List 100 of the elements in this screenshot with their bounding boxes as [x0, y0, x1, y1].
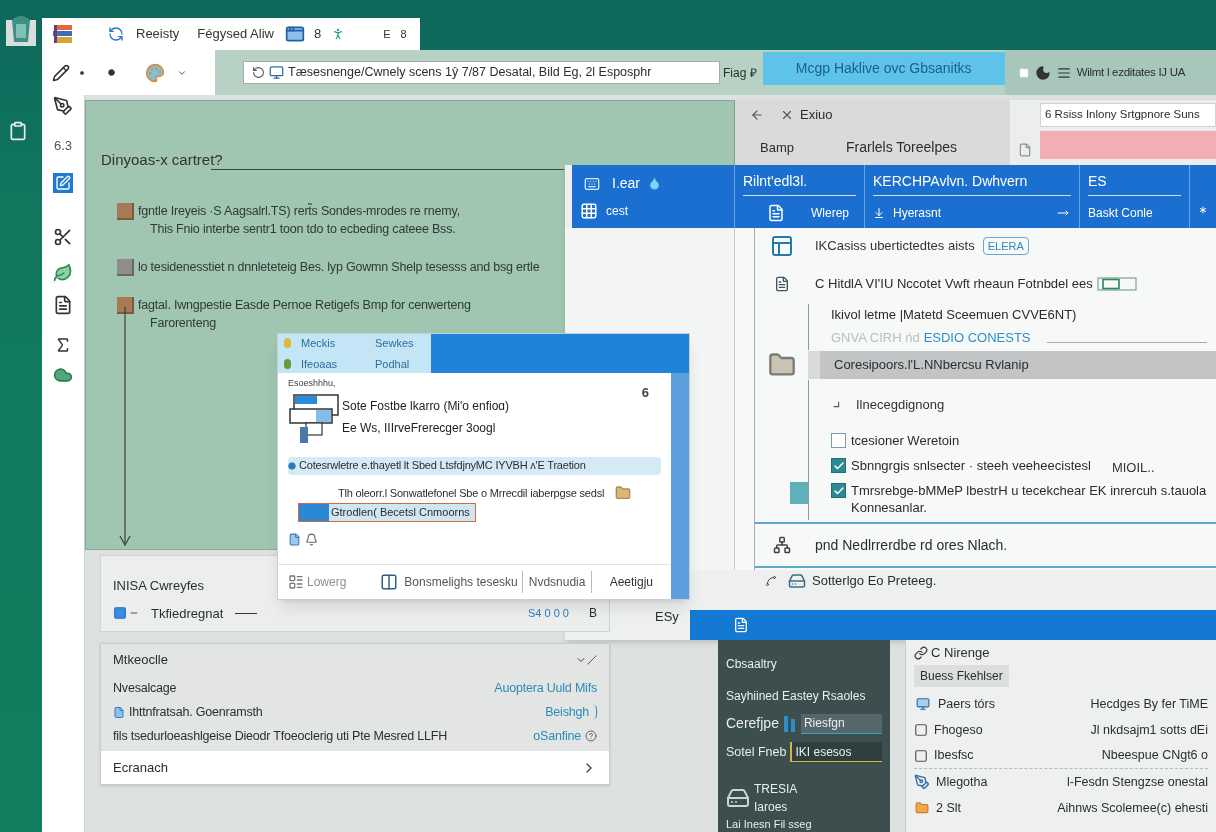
pen-icon[interactable]	[53, 96, 73, 116]
file-icon[interactable]	[1018, 143, 1032, 157]
square-icon[interactable]	[914, 748, 928, 763]
list-row[interactable]: Coresipoors.l'L.NNbercsu Rvlanip	[808, 351, 1216, 379]
footer-tab[interactable]: Bonsmelighs tesesku	[404, 573, 518, 591]
back-icon[interactable]	[750, 108, 764, 122]
leaf-icon[interactable]	[53, 263, 73, 283]
text-field[interactable]: IKI esesos	[790, 742, 882, 762]
scissors-icon[interactable]	[53, 227, 73, 247]
ribbon-label[interactable]: cest	[606, 202, 628, 220]
edit-icon[interactable]	[53, 173, 73, 193]
ribbon-label[interactable]: Hyerasnt	[893, 204, 942, 222]
checkmark-icon	[832, 484, 845, 497]
moon-icon[interactable]	[1034, 64, 1051, 81]
row-label: Tkfiedregnat	[151, 604, 224, 623]
clipboard-icon[interactable]	[8, 120, 28, 142]
columns-icon	[380, 573, 399, 591]
document-icon[interactable]	[53, 294, 73, 316]
row-mark: B	[589, 605, 597, 623]
checkbox-label: Sbnngrgis snlsecter · steeh veeheecistesl	[851, 457, 1091, 474]
note-text: This Fnio interbe sentr1 toon tdo to ecbeding cateee Bss.	[149, 220, 457, 238]
note-text: fgntle Ireyeis ·S Aagsalrl.TS) rert̃s Sondes-mrodes re rnemy,	[138, 202, 460, 220]
text-field[interactable]: Gtrodlen( Becetsl Cnmoorns	[298, 503, 476, 522]
monitor-icon	[914, 697, 932, 711]
card-footer[interactable]: Ecranach	[101, 751, 609, 784]
document-icon	[767, 204, 785, 222]
dot-icon[interactable]	[108, 69, 115, 76]
row-label: Mlegotha	[936, 773, 988, 791]
window-icon[interactable]	[283, 24, 306, 44]
text-field[interactable]: Riesfgn	[800, 713, 882, 734]
row-label: Fhogeso	[934, 721, 983, 739]
item-text: Ikivol letme |Matetd Sceemuen CVVE6NT)	[831, 306, 1077, 325]
bell-icon[interactable]	[305, 532, 318, 547]
row-value: Hecdges By fer TiME	[1090, 695, 1208, 713]
panel-footer: Lai Inesn Fil sseg	[726, 816, 882, 832]
ribbon-label[interactable]: Rilnt'edl3l.	[743, 171, 808, 192]
item-text: Ilnecegdignong	[856, 396, 945, 415]
ribbon-label[interactable]: Baskt Conle	[1088, 204, 1153, 222]
download-icon	[873, 207, 885, 219]
ribbon-label[interactable]: KERCHPAvlvn. Dwhvern	[873, 171, 1028, 192]
tab[interactable]: Bamp	[760, 137, 794, 158]
panel-title: Dinyoas-x cartret?	[101, 150, 223, 170]
checkbox[interactable]	[831, 458, 846, 473]
asterisk-icon	[1197, 204, 1209, 216]
section-text: pnd Nedlrrerdbe rd ores Nlach.	[814, 535, 1008, 555]
checkbox-label: Tmrsrebge-bMMeP lbestrH u tecekchear EK inrercuh s.tauola Konnesanlar.	[851, 482, 1208, 516]
ribbon-label[interactable]: Wlerep	[811, 204, 849, 222]
ribbon-label[interactable]: I.ear	[612, 173, 640, 194]
footer-tab[interactable]: Aeetigju	[609, 573, 653, 591]
setting-label: Ihttnfratsah. Goenramsth	[129, 703, 263, 721]
menu-icon[interactable]	[1056, 65, 1071, 80]
count-label: 8	[313, 25, 322, 44]
highlight-row[interactable]: Cotesrwletre e.thayetl lt Sbed LtsfdjnyMC IYVBH ʌ'E Traetion	[288, 456, 661, 475]
setting-value[interactable]: oSanfine	[533, 726, 581, 746]
palette-icon[interactable]	[145, 62, 165, 83]
action-button[interactable]: Mcgp Haklive ovc Gbsanitks	[762, 52, 1005, 85]
ribbon-label[interactable]: ES	[1088, 171, 1107, 192]
menu-label[interactable]: Fégysed Aliw	[197, 24, 274, 44]
book-icon[interactable]	[52, 23, 74, 45]
search-field[interactable]: 6 Rsiss Inlony Srtgpnore Suns	[1040, 103, 1216, 127]
note-text: Farorenteng	[149, 314, 217, 332]
footer-text: Sotterlgo Eo Preteeg.	[812, 572, 937, 591]
tab-label[interactable]: Sewkes	[375, 335, 414, 352]
tab-label[interactable]: Podhal	[375, 355, 410, 372]
square-icon[interactable]	[914, 723, 928, 737]
pill-icon	[284, 338, 291, 349]
row-label: Ibesfsc	[934, 747, 974, 765]
tab-label[interactable]: Meckis	[301, 335, 375, 352]
footer-tab[interactable]: Nvdsnudia	[528, 573, 586, 591]
item-subtitle: Iaroes	[754, 799, 789, 816]
checkbox-label: tcesioner Weretoin	[851, 432, 960, 449]
link[interactable]: ESDIO CONESTS	[923, 328, 1031, 348]
toggle-icon	[1096, 277, 1137, 291]
entry-text: Ee Ws, IIIrveFrerecger 3oogl	[342, 419, 497, 437]
rail-label: 6.3	[53, 137, 73, 155]
checkbox[interactable]	[831, 483, 846, 498]
address-field[interactable]: Tæsesnenge/Cwnely scens 1ŷ 7/87 Desatal, Bild Eg, 2l Esposphr	[243, 61, 720, 84]
window-control[interactable]: E	[383, 25, 391, 43]
refresh-icon[interactable]	[252, 66, 265, 79]
dot-icon	[288, 461, 296, 470]
setting-value[interactable]: Beishgh	[545, 702, 589, 722]
footer-tab[interactable]: Lowerg	[307, 573, 347, 591]
refresh-icon[interactable]	[108, 26, 124, 42]
file-icon[interactable]	[288, 532, 301, 547]
close-icon[interactable]	[780, 108, 794, 122]
row-value: l-Fesdn Stengzse onestal	[1066, 773, 1208, 791]
cloud-icon[interactable]	[53, 365, 73, 385]
filter-button[interactable]: Buess Fkehlser	[914, 665, 1009, 687]
toolbar-tag: Fiag ₽	[723, 63, 757, 82]
tag: ELERA	[982, 237, 1029, 255]
checkbox[interactable]	[831, 433, 846, 448]
setting-value[interactable]: Auoptera Uuld Mifs	[494, 678, 597, 698]
aside-label: ESy	[655, 608, 679, 626]
pencil-icon[interactable]	[52, 63, 70, 82]
tab-label[interactable]: Ifeoaas	[301, 355, 375, 372]
dot-icon[interactable]	[80, 70, 84, 75]
window-control[interactable]: 8	[400, 25, 407, 43]
app-title[interactable]: Reeisty	[136, 24, 180, 44]
row-value: Aihnws Scolemee(c) ehesti	[1057, 799, 1208, 817]
square-icon	[113, 606, 127, 621]
